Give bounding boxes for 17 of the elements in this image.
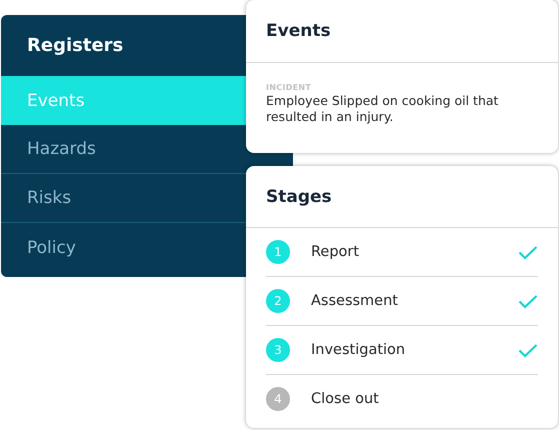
stage-label: Assessment — [311, 293, 399, 309]
stage-label: Investigation — [311, 342, 406, 358]
step-number: 2 — [266, 289, 290, 313]
event-description: Employee Slipped on cooking oil that resulted in an injury. — [266, 93, 500, 125]
sidebar-item[interactable]: Policy — [1, 223, 246, 272]
event-category: INCIDENT — [266, 83, 312, 92]
check-icon — [518, 294, 538, 308]
stage-label: Close out — [311, 391, 380, 407]
card-title: Events — [246, 0, 558, 63]
check-icon — [518, 244, 538, 260]
step-number: 4 — [266, 387, 290, 411]
check-icon — [518, 342, 538, 358]
step-number: 1 — [266, 240, 290, 264]
sidebar-item[interactable]: Hazards — [1, 125, 246, 174]
step-number: 3 — [266, 338, 290, 362]
stage-label: Report — [311, 244, 360, 260]
card-title: Stages — [246, 166, 558, 228]
